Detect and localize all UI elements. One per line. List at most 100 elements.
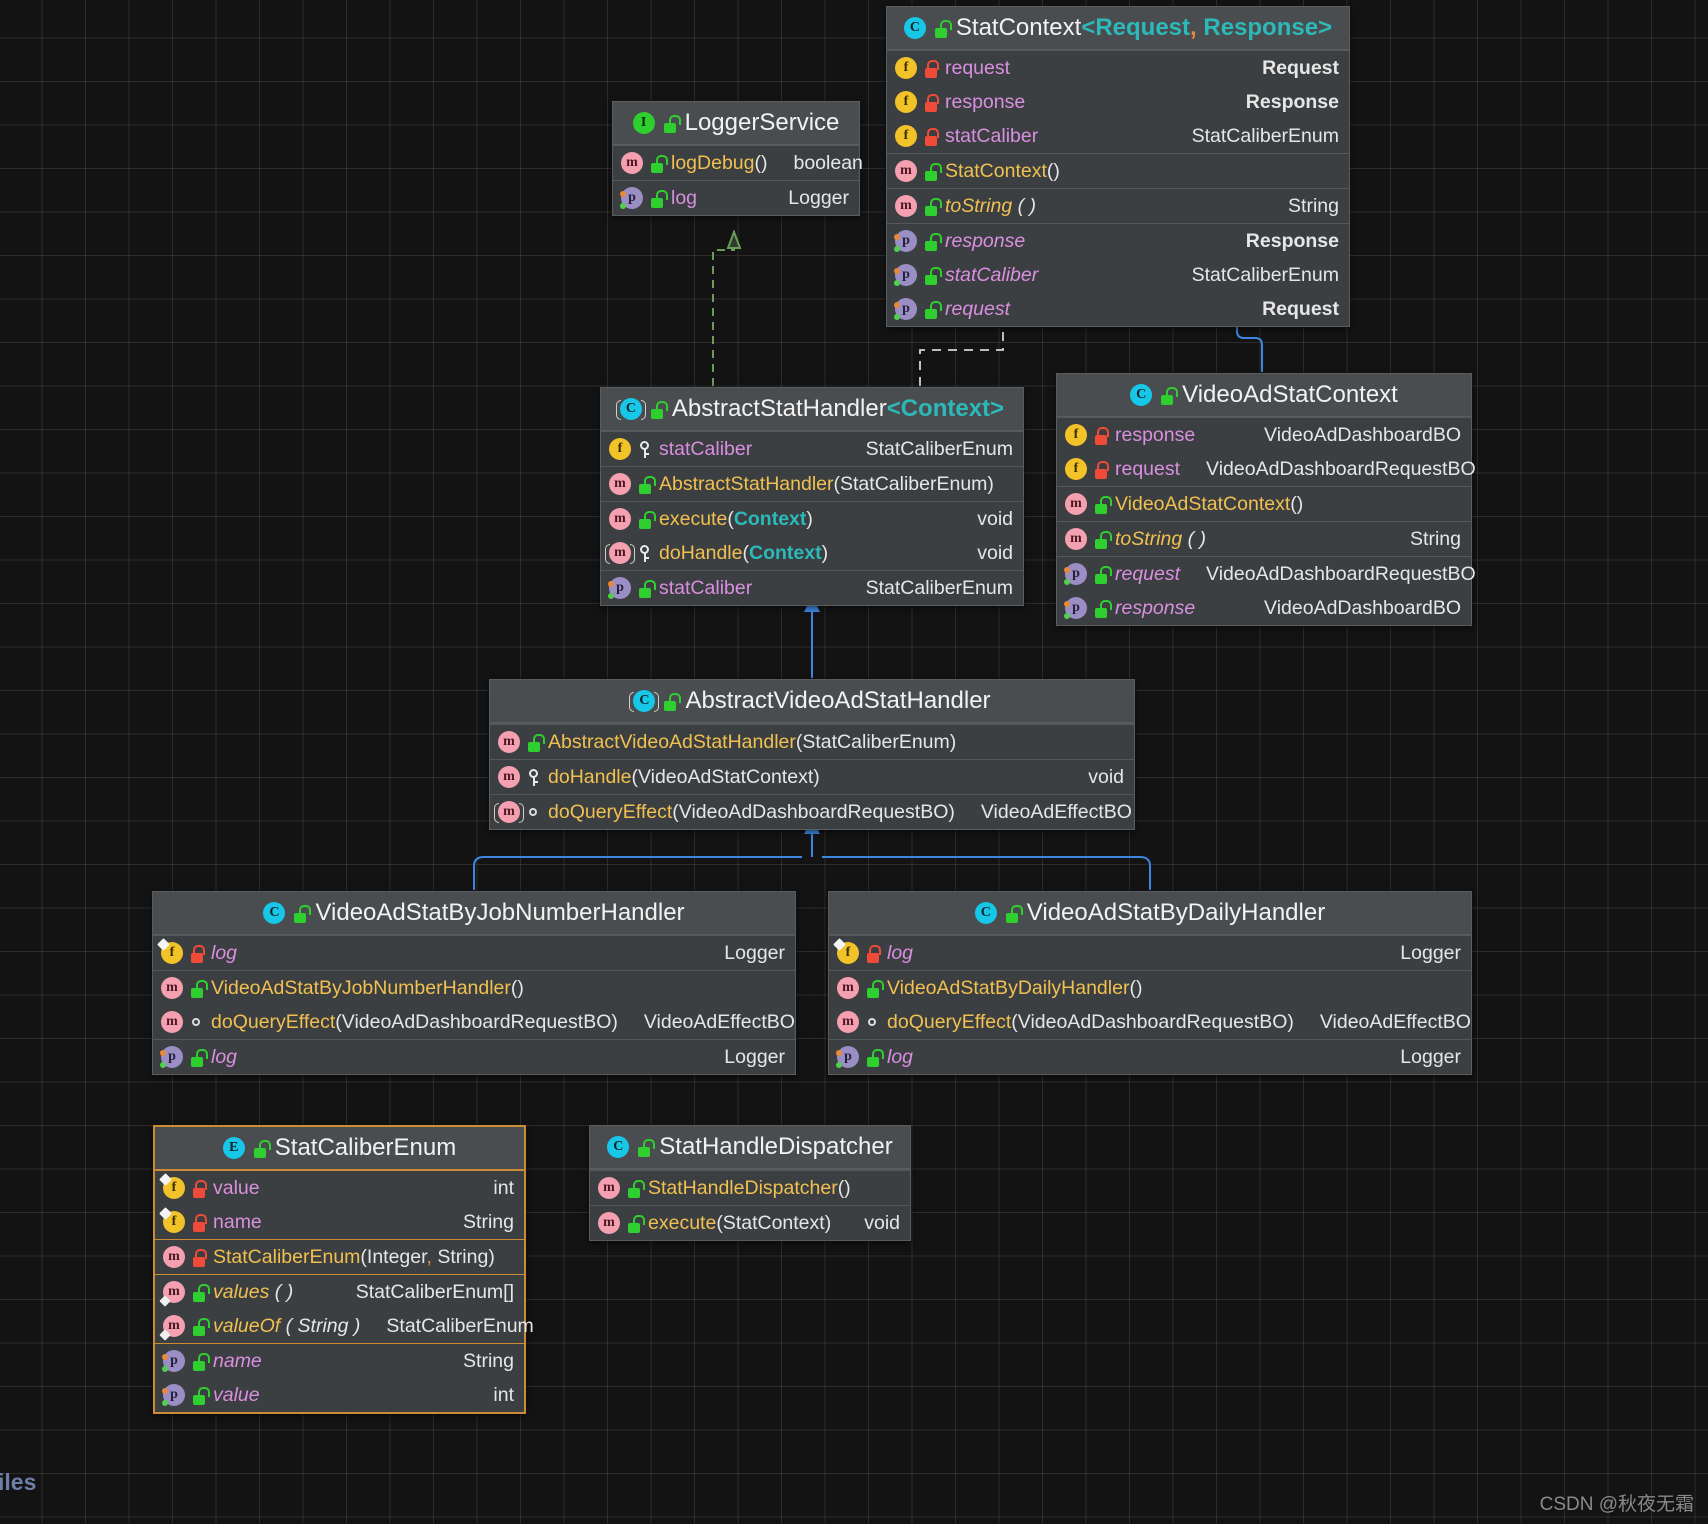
uml-class-diagram-canvas[interactable]: C StatContext<Request, Response> f request R… [0,0,1708,1524]
member-row[interactable]: f value int [155,1171,524,1205]
class-box-LoggerService[interactable]: I LoggerService m logDebug() boolean p log Logg… [612,101,863,216]
member-type: Logger [788,186,849,209]
method-icon: m [498,766,520,788]
member-row[interactable]: p name String [155,1343,524,1378]
class-box-StatCaliberEnum[interactable]: E StatCaliberEnum f value int f name String m Sta… [153,1125,534,1414]
class-title: VideoAdStatByDailyHandler [1026,899,1326,926]
package-private-icon [526,803,542,822]
public-icon [636,1138,656,1157]
class-box-AbstractStatHandler[interactable]: C AbstractStatHandler<Context> f statCalibe… [600,387,1024,606]
member-row[interactable]: f response Response [887,85,1349,119]
member-row[interactable]: f name String [155,1205,524,1239]
member-row[interactable]: m toString ( ) String [887,188,1349,223]
class-header[interactable]: I LoggerService [613,102,859,145]
field-icon: f [609,438,631,460]
private-icon [189,944,205,963]
member-row[interactable]: m doHandle(VideoAdStatContext) void [490,759,1134,794]
member-name: name [213,1210,262,1233]
member-row[interactable]: m StatHandleDispatcher() [590,1170,910,1205]
class-header[interactable]: E StatCaliberEnum [155,1127,524,1170]
member-type: VideoAdDashboardBO [1264,423,1461,446]
member-row[interactable]: f response VideoAdDashboardBO [1057,418,1471,452]
class-title: VideoAdStatByJobNumberHandler [315,899,685,926]
member-row[interactable]: p request VideoAdDashboardRequestBO [1057,556,1476,591]
member-name: request [1115,457,1181,480]
member-type: void [1088,765,1124,788]
member-row[interactable]: f statCaliber StatCaliberEnum [601,432,1023,466]
method-icon: m [1065,528,1087,550]
class-box-StatHandleDispatcher[interactable]: C StatHandleDispatcher m StatHandleDispatch… [589,1125,911,1241]
member-row[interactable]: m doQueryEffect(VideoAdDashboardRequestBO… [490,794,1134,829]
class-header[interactable]: C StatHandleDispatcher [590,1126,910,1169]
member-row[interactable]: m StatCaliberEnum(Integer, String) [155,1239,524,1274]
member-row[interactable]: m toString ( ) String [1057,521,1471,556]
member-name: valueOf ( String ) [213,1314,361,1337]
member-row[interactable]: m values ( ) StatCaliberEnum[] [155,1274,524,1309]
member-row[interactable]: m logDebug() boolean [613,146,863,180]
member-row[interactable]: m AbstractVideoAdStatHandler(StatCaliberE… [490,724,1134,759]
class-header[interactable]: C VideoAdStatByDailyHandler [829,892,1471,935]
member-row[interactable]: m doQueryEffect(VideoAdDashboardRequestBO… [829,1005,1471,1039]
class-box-AbstractVideoAdStatHandler[interactable]: C AbstractVideoAdStatHandler m AbstractVide… [489,679,1135,830]
member-row[interactable]: p statCaliber StatCaliberEnum [887,258,1349,292]
class-box-VideoAdStatByJobNumberHandler[interactable]: C VideoAdStatByJobNumberHandler f log Logger… [152,891,796,1075]
member-row[interactable]: f statCaliber StatCaliberEnum [887,119,1349,153]
member-name: log [887,1045,914,1068]
member-name: request [1115,562,1181,585]
member-name: VideoAdStatByDailyHandler() [887,976,1143,999]
member-type: Logger [1400,1045,1461,1068]
member-row[interactable]: p log Logger [153,1039,795,1074]
member-row[interactable]: m VideoAdStatByDailyHandler() [829,970,1471,1005]
static-final-field-icon: f [157,938,183,964]
class-header[interactable]: C VideoAdStatContext [1057,374,1471,417]
class-box-VideoAdStatContext[interactable]: C VideoAdStatContext f response VideoAdDashb… [1056,373,1476,626]
member-row[interactable]: m VideoAdStatContext() [1057,486,1471,521]
member-type: StatCaliberEnum [1191,263,1339,286]
public-icon [1159,386,1179,405]
member-row[interactable]: p log Logger [829,1039,1471,1074]
member-row[interactable]: p response Response [887,223,1349,258]
member-row[interactable]: m execute(StatContext) void [590,1205,910,1240]
method-icon: m [598,1177,620,1199]
member-row[interactable]: p response VideoAdDashboardBO [1057,591,1471,625]
abstract-class-icon: C [615,398,646,420]
property-icon: p [162,1384,185,1406]
member-row[interactable]: m execute(Context) void [601,501,1023,536]
public-icon [1093,530,1112,549]
class-generics: <Context> [886,395,1005,422]
public-icon [189,1048,208,1067]
member-row[interactable]: p log Logger [613,180,859,215]
member-row[interactable]: m AbstractStatHandler(StatCaliberEnum) [601,466,1023,501]
protected-icon [637,544,653,563]
member-row[interactable]: m doHandle(Context) void [601,536,1023,570]
member-row[interactable]: m valueOf ( String ) StatCaliberEnum [155,1309,534,1343]
member-type: String [1288,194,1339,217]
member-row[interactable]: m VideoAdStatByJobNumberHandler() [153,970,795,1005]
public-icon [191,1352,210,1371]
public-icon [191,1317,210,1336]
class-box-VideoAdStatByDailyHandler[interactable]: C VideoAdStatByDailyHandler f log Logger m Vid… [828,891,1472,1075]
class-title: LoggerService [684,109,840,136]
member-name: doQueryEffect(VideoAdDashboardRequestBO) [548,800,955,823]
method-icon: m [598,1212,620,1234]
member-name: log [211,1045,238,1068]
member-type: Logger [724,1045,785,1068]
member-row[interactable]: f request Request [887,51,1349,85]
member-row[interactable]: f log Logger [153,936,795,970]
member-row[interactable]: p request Request [887,292,1349,326]
member-row[interactable]: p value int [155,1378,524,1412]
class-header[interactable]: C AbstractVideoAdStatHandler [490,680,1134,723]
class-header[interactable]: C StatContext<Request, Response> [887,7,1349,50]
class-header[interactable]: C VideoAdStatByJobNumberHandler [153,892,795,935]
class-box-StatContext[interactable]: C StatContext<Request, Response> f request R… [886,6,1350,327]
member-row[interactable]: f log Logger [829,936,1471,970]
class-header[interactable]: C AbstractStatHandler<Context> [601,388,1023,431]
member-row[interactable]: m StatContext() [887,153,1349,188]
member-name: StatContext() [945,159,1060,182]
member-type: StatCaliberEnum [386,1314,534,1337]
member-row[interactable]: f request VideoAdDashboardRequestBO [1057,452,1476,486]
member-row[interactable]: p statCaliber StatCaliberEnum [601,570,1023,605]
class-name-wrap: AbstractVideoAdStatHandler [685,687,990,715]
member-row[interactable]: m doQueryEffect(VideoAdDashboardRequestBO… [153,1005,795,1039]
protected-icon [526,768,542,787]
